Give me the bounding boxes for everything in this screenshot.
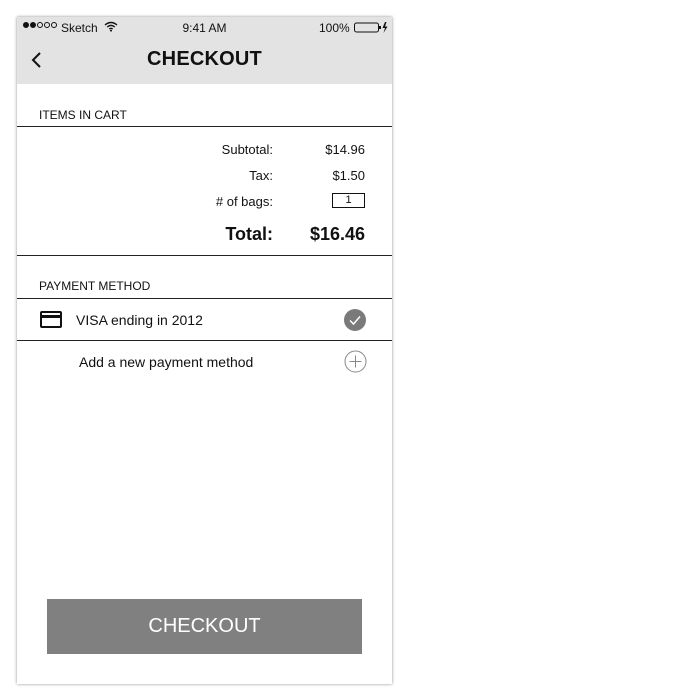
add-payment-method-row[interactable]: Add a new payment method xyxy=(17,341,392,382)
plus-circle-icon[interactable] xyxy=(344,350,368,379)
status-bar: Sketch 9:41 AM 100% xyxy=(17,17,392,39)
subtotal-value: $14.96 xyxy=(325,142,365,157)
total-label: Total: xyxy=(225,224,273,244)
divider xyxy=(17,126,392,127)
add-payment-method-label: Add a new payment method xyxy=(79,354,254,370)
checkmark-circle-icon xyxy=(343,308,367,337)
subtotal-label: Subtotal: xyxy=(221,142,273,157)
tax-label: Tax: xyxy=(249,168,273,183)
checkout-button[interactable]: CHECKOUT xyxy=(47,599,362,654)
tax-value: $1.50 xyxy=(332,168,365,183)
payment-method-label: VISA ending in 2012 xyxy=(76,312,203,328)
credit-card-icon xyxy=(40,311,62,333)
phone-screen: Sketch 9:41 AM 100% CHECKOUT ITEMS IN CA… xyxy=(17,17,392,684)
page-title: CHECKOUT xyxy=(147,48,262,70)
battery-charging-icon xyxy=(354,22,390,37)
bags-quantity-input[interactable]: 1 xyxy=(332,193,365,208)
payment-method-visa[interactable]: VISA ending in 2012 xyxy=(17,299,392,340)
divider xyxy=(17,255,392,256)
payment-method-heading: PAYMENT METHOD xyxy=(39,279,151,293)
total-value: $16.46 xyxy=(309,224,365,244)
items-in-cart-heading: ITEMS IN CART xyxy=(39,108,127,122)
bags-label: # of bags: xyxy=(215,194,273,209)
header-bar: Sketch 9:41 AM 100% CHECKOUT xyxy=(17,17,392,84)
battery-percent: 100% xyxy=(319,21,350,35)
